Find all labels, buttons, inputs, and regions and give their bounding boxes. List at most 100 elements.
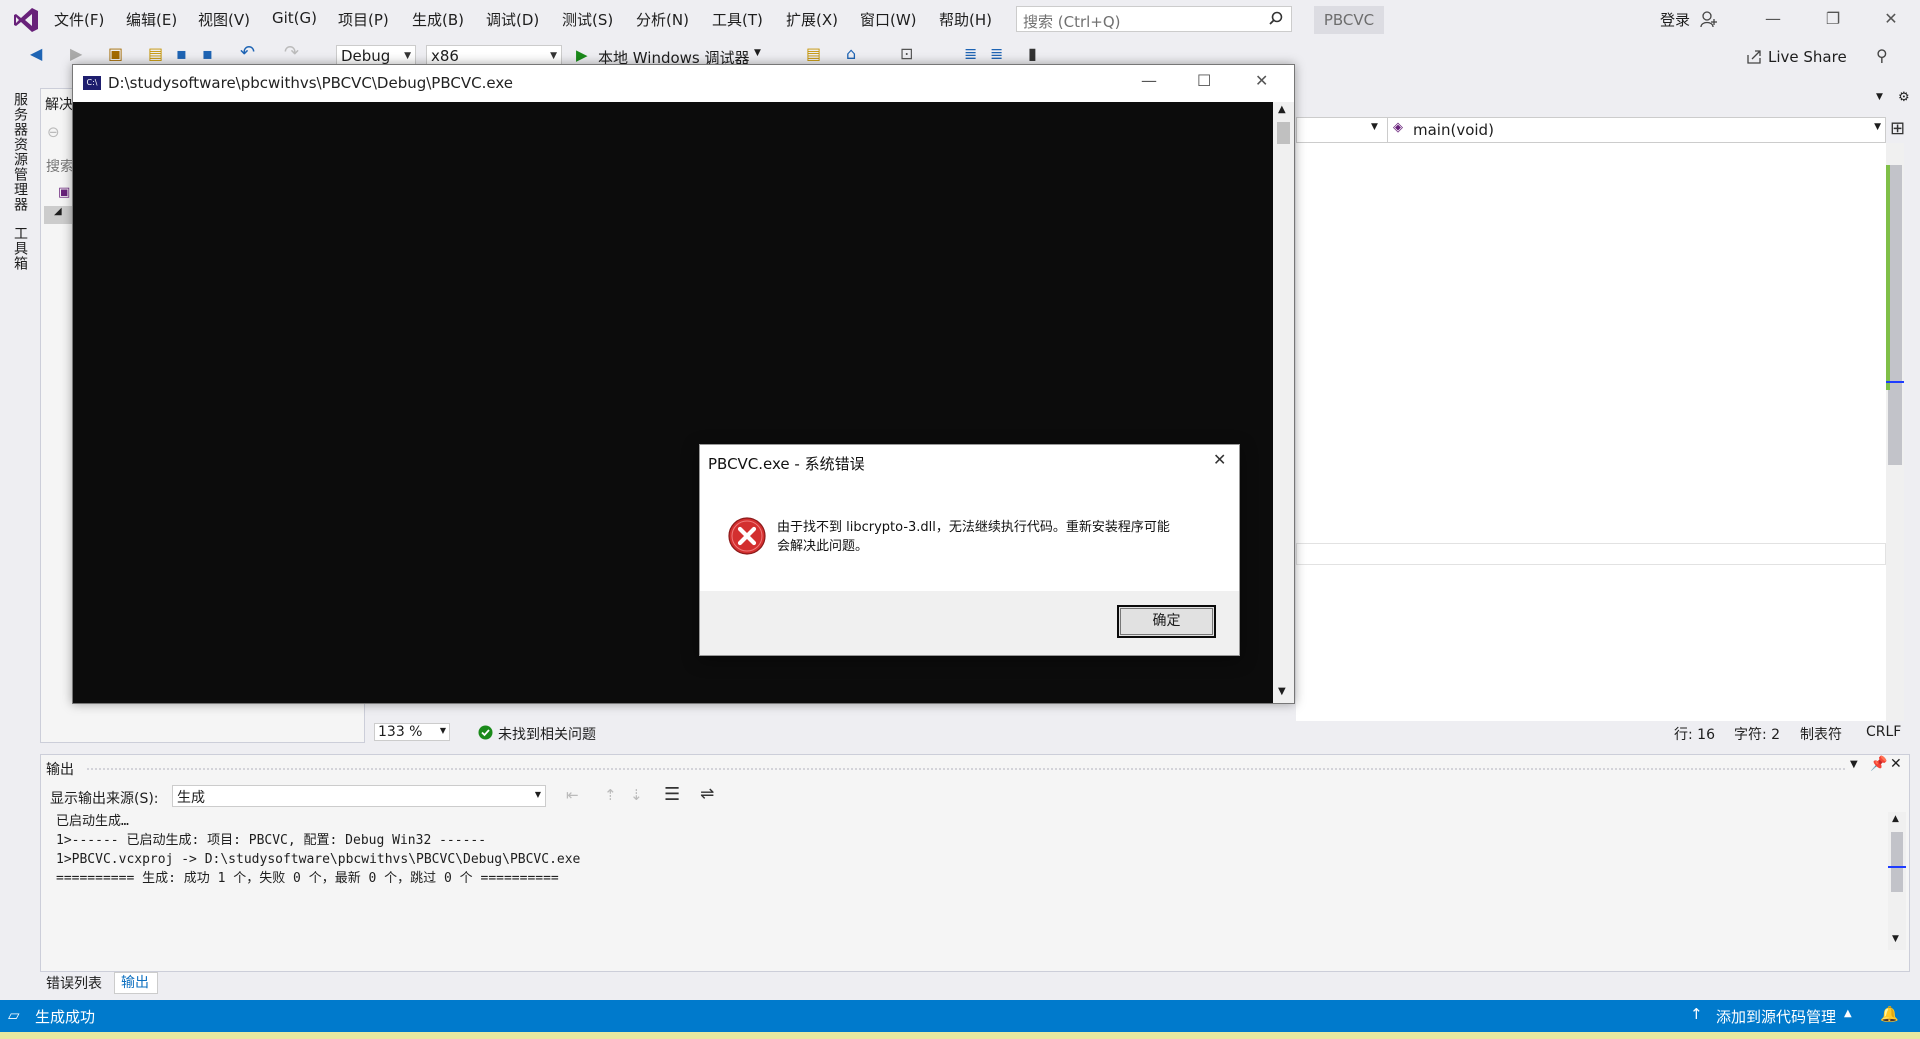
menu-analyze[interactable]: 分析(N) (636, 9, 689, 30)
chevron-up-icon[interactable]: ▲ (1844, 1008, 1852, 1019)
caret-marker (1888, 866, 1906, 868)
menu-git[interactable]: Git(G) (272, 9, 317, 27)
scrollbar-thumb[interactable] (1891, 832, 1903, 892)
scroll-down-icon[interactable]: ▼ (1892, 934, 1899, 944)
pin-icon[interactable]: 📌 (1870, 756, 1887, 772)
scroll-up-icon[interactable]: ▲ (1892, 814, 1899, 824)
live-share-button[interactable]: Live Share (1768, 48, 1847, 66)
line-ending[interactable]: CRLF (1866, 724, 1901, 740)
split-editor-icon[interactable]: ⊞ (1890, 118, 1905, 139)
ok-button[interactable]: 确定 (1117, 605, 1216, 638)
editor-navigation-bar: ▼ ◈ main(void) ▼ (1296, 117, 1886, 143)
menu-project[interactable]: 项目(P) (338, 9, 389, 30)
new-project-icon[interactable]: ▣ (108, 44, 126, 63)
comment-icon[interactable]: ≣ (964, 44, 982, 63)
undo-icon[interactable]: ↶ (240, 42, 258, 63)
redo-icon[interactable]: ↷ (284, 42, 302, 63)
tab-error-list[interactable]: 错误列表 (46, 973, 102, 993)
search-box[interactable]: 搜索 (Ctrl+Q) (1016, 6, 1292, 32)
restore-icon[interactable]: ❐ (1822, 8, 1844, 30)
error-icon (728, 517, 766, 555)
tree-item-selected[interactable]: ◢ (44, 206, 74, 224)
back-icon[interactable]: ◀ (30, 44, 48, 63)
minimize-icon[interactable]: — (1141, 71, 1157, 90)
clear-all-icon[interactable]: ☰ (664, 784, 680, 805)
output-source-dropdown[interactable]: 生成 ▼ (172, 785, 546, 807)
next-message-icon[interactable]: ⇣ (630, 786, 643, 804)
menu-file[interactable]: 文件(F) (54, 9, 104, 30)
build-status-icon: ▱ (8, 1006, 20, 1024)
settings-icon[interactable]: ⚙ (1898, 90, 1910, 105)
console-title-bar[interactable]: C:\ D:\studysoftware\pbcwithvs\PBCVC\Deb… (73, 65, 1294, 102)
scroll-down-icon[interactable]: ▼ (1278, 686, 1286, 697)
open-folder-icon[interactable]: ▤ (148, 44, 166, 63)
menu-extensions[interactable]: 扩展(X) (786, 9, 838, 30)
change-marker (1886, 165, 1890, 390)
editor-scrollbar[interactable] (1886, 143, 1904, 721)
zoom-dropdown[interactable]: 133 % ▼ (374, 723, 450, 741)
back-icon[interactable]: ⊖ (47, 123, 60, 141)
account-icon[interactable] (1700, 10, 1718, 28)
console-scrollbar[interactable]: ▲ ▼ (1273, 102, 1294, 703)
solution-folder-icon[interactable]: ▤ (806, 44, 824, 63)
visual-studio-logo-icon[interactable] (12, 6, 40, 34)
output-source-value: 生成 (177, 790, 205, 806)
notification-bell-icon[interactable]: 🔔 (1880, 1005, 1899, 1023)
home-icon[interactable]: ⌂ (846, 44, 864, 63)
scrollbar-thumb[interactable] (1277, 122, 1290, 144)
code-editor[interactable] (1296, 143, 1886, 721)
bookmark-icon[interactable]: ▮ (1028, 44, 1046, 63)
dialog-message: 由于找不到 libcrypto-3.dll，无法继续执行代码。重新安装程序可能 … (777, 518, 1170, 556)
tab-output[interactable]: 输出 (114, 972, 158, 994)
forward-icon[interactable]: ▶ (70, 44, 88, 63)
sign-in-link[interactable]: 登录 (1660, 9, 1690, 30)
menu-help[interactable]: 帮助(H) (939, 9, 992, 30)
minimize-icon[interactable]: — (1762, 8, 1784, 30)
solution-search-input[interactable]: 搜索 (46, 156, 74, 176)
menu-edit[interactable]: 编辑(E) (126, 9, 177, 30)
scrollbar-thumb[interactable] (1888, 165, 1902, 465)
taskbar-strip (0, 1032, 1920, 1039)
save-icon[interactable]: ▪ (176, 44, 194, 63)
save-all-icon[interactable]: ▪ (202, 44, 220, 63)
find-icon[interactable]: ⊡ (900, 44, 918, 63)
scroll-up-icon[interactable]: ▲ (1278, 104, 1286, 115)
panel-grip[interactable] (86, 767, 1846, 771)
menu-build[interactable]: 生成(B) (412, 9, 464, 30)
column-number[interactable]: 字符: 2 (1734, 724, 1780, 744)
menu-view[interactable]: 视图(V) (198, 9, 250, 30)
menu-tools[interactable]: 工具(T) (712, 9, 763, 30)
current-line-highlight (1296, 543, 1886, 565)
tab-toolbox[interactable]: 工具箱 (10, 226, 30, 271)
chevron-down-icon[interactable]: ▼ (754, 48, 761, 58)
output-text[interactable]: 已启动生成… 1>------ 已启动生成: 项目: PBCVC, 配置: Deb… (42, 812, 1888, 950)
search-icon (1269, 11, 1283, 25)
go-to-build-error-icon[interactable]: ⇤ (566, 786, 579, 804)
line-number[interactable]: 行: 16 (1674, 724, 1715, 744)
start-debug-icon[interactable]: ▶ (576, 46, 588, 64)
chevron-down-icon[interactable]: ▼ (1850, 759, 1858, 770)
close-icon[interactable]: ✕ (1213, 450, 1226, 469)
previous-message-icon[interactable]: ⇡ (604, 786, 617, 804)
dialog-message-line: 由于找不到 libcrypto-3.dll，无法继续执行代码。重新安装程序可能 (777, 520, 1170, 535)
chevron-down-icon[interactable]: ▼ (1876, 92, 1883, 102)
menu-test[interactable]: 测试(S) (562, 9, 613, 30)
chevron-down-icon[interactable]: ▼ (1874, 122, 1881, 132)
tab-server-explorer[interactable]: 服务器资源管理器 (10, 92, 30, 212)
uncomment-icon[interactable]: ≣ (990, 44, 1008, 63)
close-icon[interactable]: ✕ (1890, 756, 1902, 772)
close-icon[interactable]: ✕ (1880, 8, 1902, 30)
close-icon[interactable]: ✕ (1255, 71, 1268, 90)
left-tool-tabs (0, 86, 34, 1006)
word-wrap-icon[interactable]: ⇌ (700, 784, 714, 804)
issues-status[interactable]: 未找到相关问题 (498, 724, 596, 744)
chevron-down-icon[interactable]: ▼ (1371, 122, 1378, 132)
member-dropdown[interactable]: main(void) (1413, 121, 1494, 139)
menu-debug[interactable]: 调试(D) (486, 9, 539, 30)
maximize-icon[interactable]: ☐ (1197, 71, 1211, 90)
menu-window[interactable]: 窗口(W) (860, 9, 917, 30)
indent-mode[interactable]: 制表符 (1800, 724, 1842, 744)
feedback-icon[interactable]: ⚲ (1876, 46, 1888, 65)
add-to-source-control-button[interactable]: 添加到源代码管理 (1716, 1006, 1836, 1027)
output-scrollbar[interactable]: ▲ ▼ (1888, 812, 1906, 950)
